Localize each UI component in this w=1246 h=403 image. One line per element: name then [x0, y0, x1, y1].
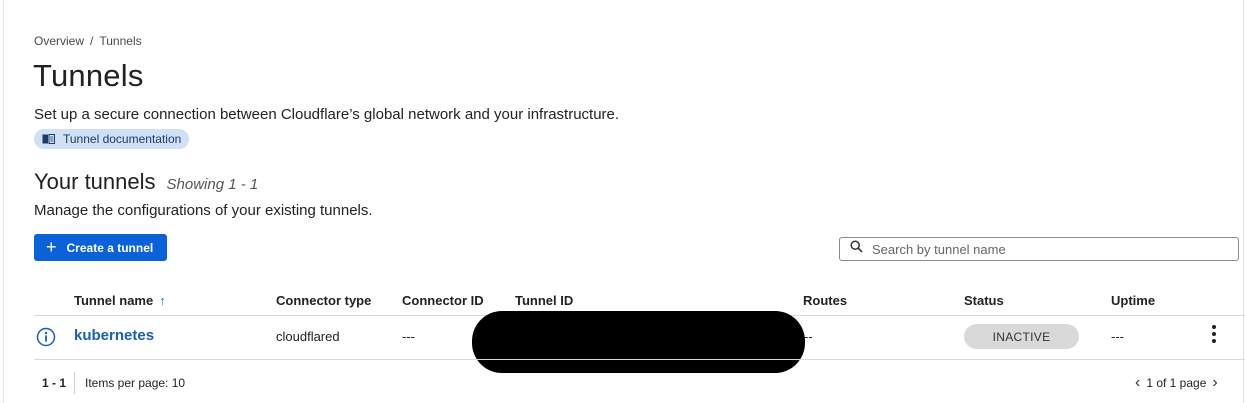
- column-header-uptime: Uptime: [1111, 293, 1156, 308]
- section-title: Your tunnels: [34, 169, 156, 194]
- connector-type-cell: cloudflared: [276, 329, 340, 344]
- create-tunnel-button[interactable]: + Create a tunnel: [34, 234, 167, 261]
- uptime-cell: ---: [1111, 329, 1124, 344]
- breadcrumb-separator: /: [90, 34, 94, 48]
- left-border: [3, 0, 4, 403]
- search-input[interactable]: Search by tunnel name: [839, 237, 1239, 261]
- create-tunnel-label: Create a tunnel: [66, 240, 154, 255]
- plus-icon: +: [46, 236, 57, 257]
- breadcrumb-overview[interactable]: Overview: [34, 34, 84, 48]
- tunnel-name-link[interactable]: kubernetes: [74, 327, 154, 344]
- chevron-right-icon[interactable]: ›: [1212, 374, 1217, 392]
- section-description: Manage the configurations of your existi…: [34, 202, 373, 219]
- column-header-connector-id: Connector ID: [402, 293, 484, 308]
- page-description: Set up a secure connection between Cloud…: [34, 106, 620, 123]
- routes-cell: --: [804, 329, 813, 344]
- page-title: Tunnels: [33, 58, 144, 93]
- pagination-range: 1 - 1: [42, 376, 67, 390]
- search-icon: [850, 240, 863, 258]
- breadcrumb-current: Tunnels: [99, 34, 142, 48]
- connector-id-cell: ---: [402, 329, 415, 344]
- status-badge: INACTIVE: [964, 324, 1079, 349]
- column-header-tunnel-name-label: Tunnel name: [74, 293, 154, 308]
- kebab-menu-icon[interactable]: [1212, 325, 1216, 343]
- column-header-connector-type: Connector type: [276, 293, 372, 308]
- row-divider: [34, 359, 1245, 360]
- column-header-tunnel-name[interactable]: Tunnel name ↑: [74, 293, 166, 308]
- chevron-left-icon[interactable]: ‹: [1135, 374, 1140, 392]
- column-header-tunnel-id: Tunnel ID: [515, 293, 574, 308]
- breadcrumb: Overview / Tunnels: [34, 34, 142, 48]
- showing-count: Showing 1 - 1: [166, 176, 259, 193]
- tunnel-documentation-label: Tunnel documentation: [63, 132, 182, 146]
- pagination-controls: ‹ 1 of 1 page ›: [1135, 374, 1218, 392]
- page-info: 1 of 1 page: [1146, 376, 1207, 390]
- your-tunnels-header: Your tunnels Showing 1 - 1: [34, 169, 258, 195]
- footer-divider: [74, 372, 75, 394]
- search-placeholder: Search by tunnel name: [872, 241, 1006, 257]
- column-header-routes: Routes: [803, 293, 848, 308]
- right-border: [1243, 0, 1244, 403]
- book-icon: [42, 134, 55, 144]
- info-icon[interactable]: [36, 327, 56, 352]
- tunnel-documentation-link[interactable]: Tunnel documentation: [34, 129, 190, 149]
- column-header-status: Status: [964, 293, 1004, 308]
- items-per-page[interactable]: Items per page: 10: [85, 376, 185, 390]
- arrow-up-icon: ↑: [159, 293, 166, 308]
